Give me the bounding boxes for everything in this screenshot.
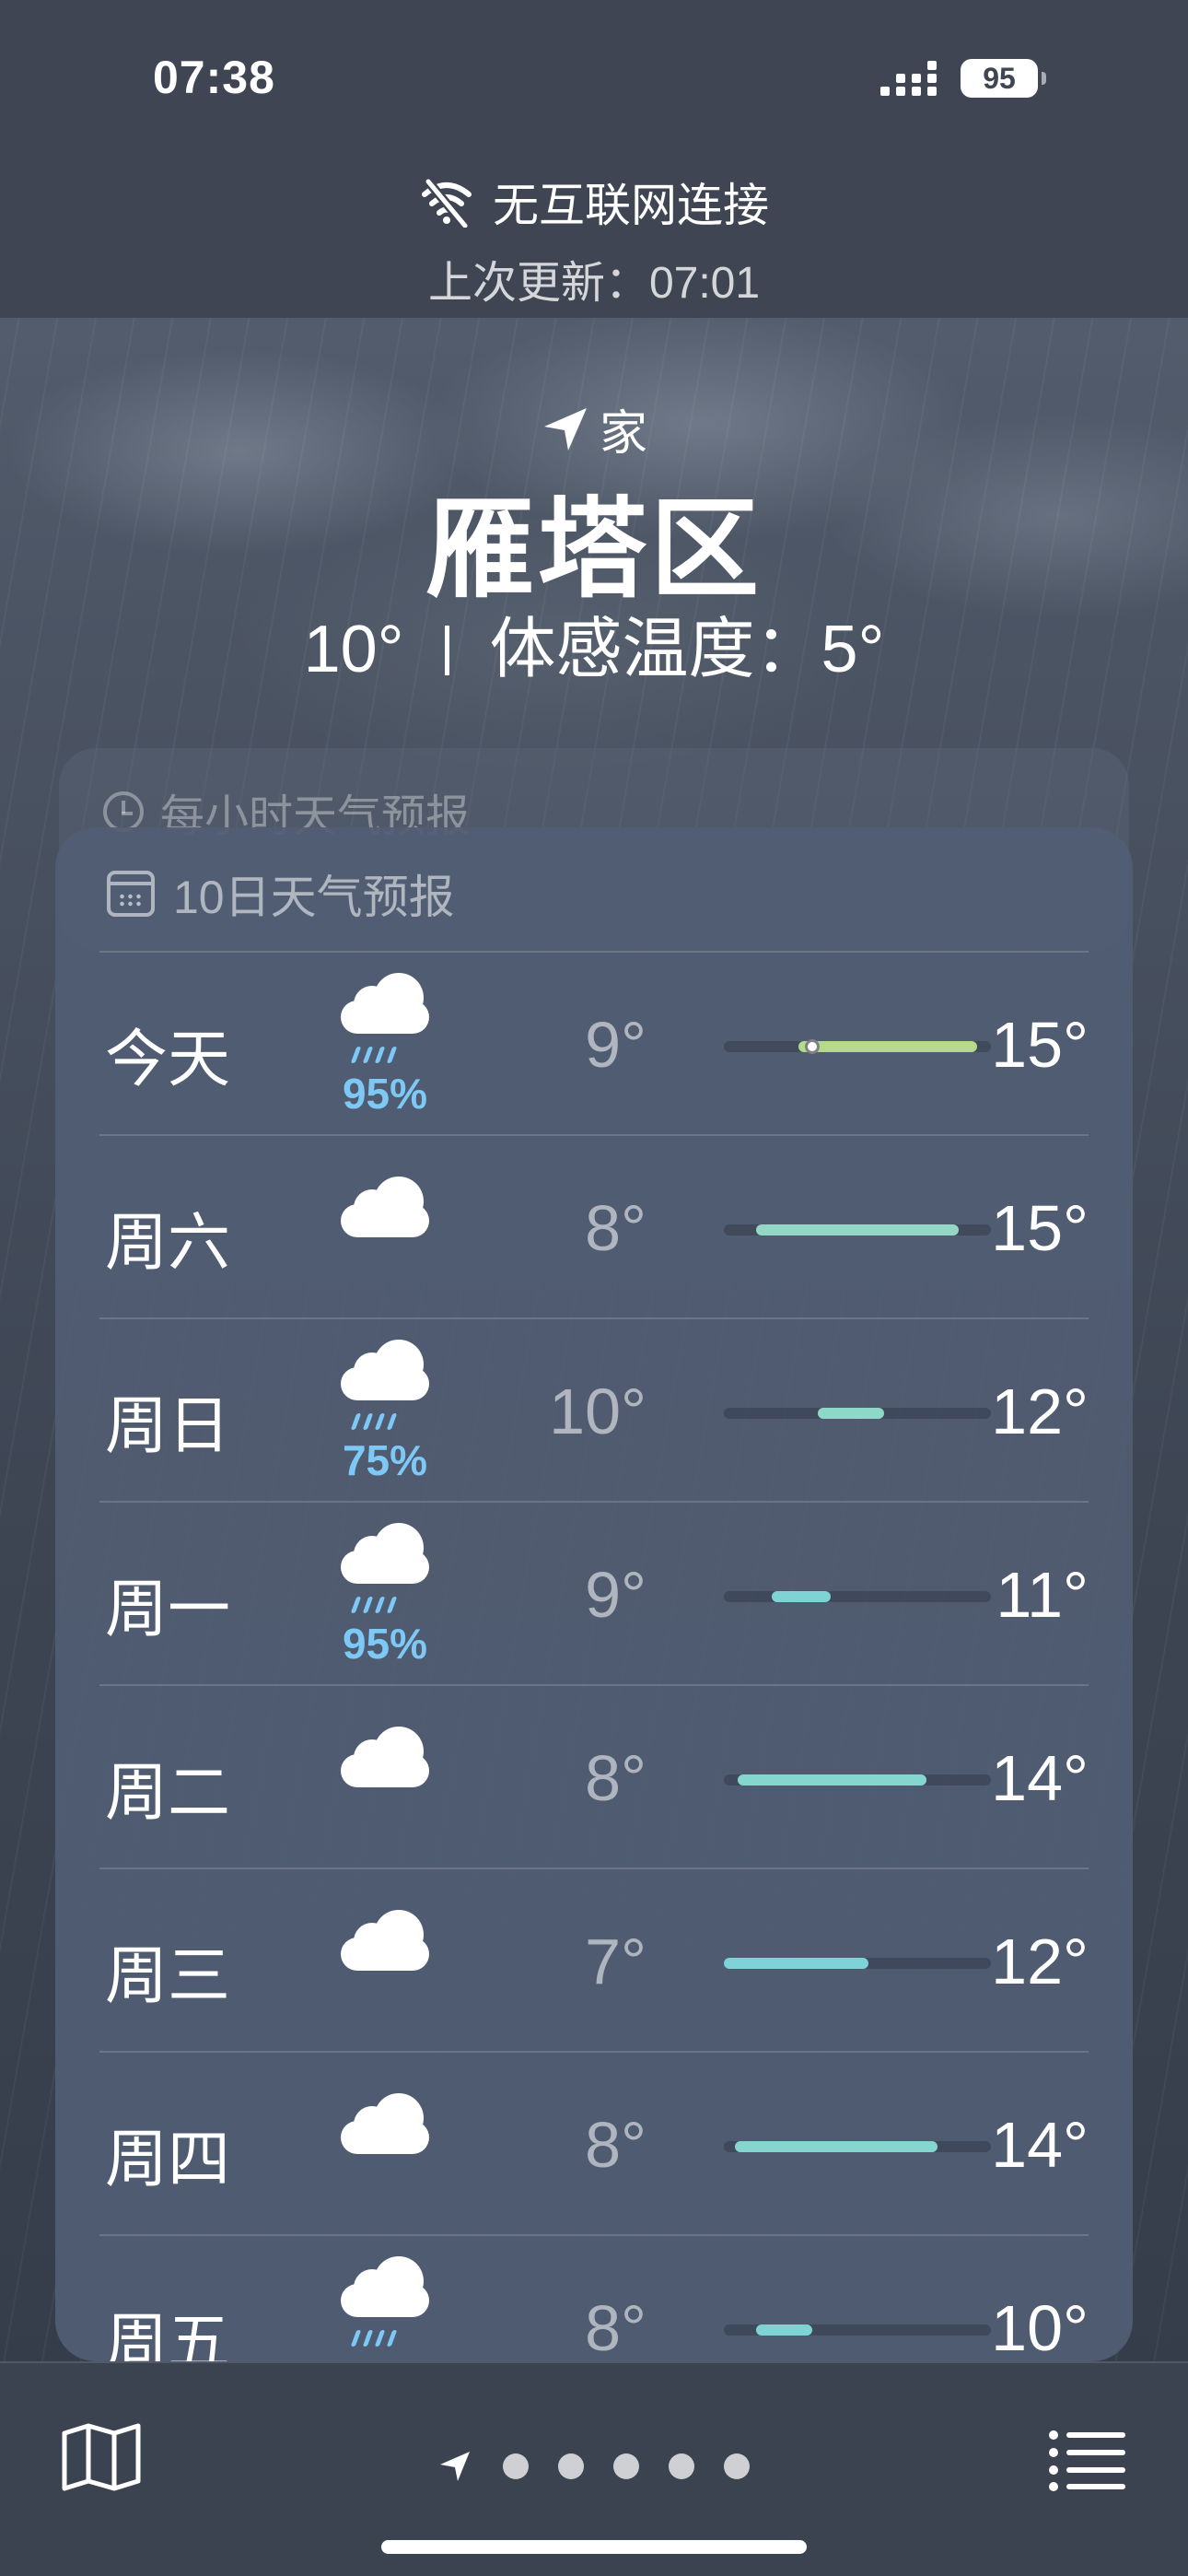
forecast-row[interactable]: 周六 8° 15° xyxy=(99,1134,1089,1317)
precip-chance: 75% xyxy=(342,1436,428,1484)
temp-range-track xyxy=(724,1958,991,1969)
low-temp: 8° xyxy=(585,2292,646,2361)
last-updated: 上次更新：07:01 xyxy=(427,259,761,308)
offline-banner: 无互联网连接 上次更新：07:01 xyxy=(0,169,1188,310)
page-dot xyxy=(613,2453,639,2479)
cloud-icon xyxy=(320,1895,449,2043)
list-icon[interactable] xyxy=(1048,2428,1127,2492)
temp-range-track xyxy=(724,1408,991,1419)
forecast-row[interactable]: 周四 8° 14° xyxy=(99,2051,1089,2234)
forecast-day: 周五 xyxy=(105,2308,231,2361)
map-icon[interactable] xyxy=(61,2422,142,2492)
cloud-icon xyxy=(320,2078,449,2226)
cloud-icon xyxy=(320,1712,449,1859)
temp-range-track xyxy=(724,1224,991,1235)
current-temp: 10° xyxy=(303,613,404,686)
low-temp: 9° xyxy=(585,1009,646,1081)
rain-cloud-icon: 95% xyxy=(320,1523,449,1676)
forecast-row[interactable]: 周五 40% 8° 10° xyxy=(99,2234,1089,2361)
page-dot xyxy=(558,2453,584,2479)
high-temp: 12° xyxy=(991,1376,1089,1447)
status-area: 07:38 95 无互联网连接 上次更新：07:01 xyxy=(0,0,1188,318)
low-temp: 10° xyxy=(549,1376,646,1447)
temp-range-track xyxy=(724,2141,991,2152)
home-indicator[interactable] xyxy=(381,2540,807,2554)
cellular-signal-icon xyxy=(880,61,937,96)
rain-cloud-icon: 40% xyxy=(320,2256,449,2361)
low-temp: 8° xyxy=(585,1742,646,1814)
precip-chance: 95% xyxy=(342,1620,428,1668)
feels-like: 体感温度：5° xyxy=(489,613,885,686)
location-arrow-icon xyxy=(440,2452,470,2481)
temp-range-track xyxy=(724,1039,991,1054)
forecast-day: 今天 xyxy=(105,1025,231,1095)
location-name: 家 xyxy=(599,407,647,461)
forecast-day: 周三 xyxy=(105,1941,231,2011)
temp-range-bar xyxy=(817,1408,884,1419)
low-temp: 8° xyxy=(585,1192,646,1264)
high-temp: 11° xyxy=(996,1559,1089,1631)
high-temp: 14° xyxy=(991,1742,1089,1814)
forecast-row[interactable]: 今天 95% 9° 15° xyxy=(99,951,1089,1134)
weather-screen: 07:38 95 无互联网连接 上次更新：07:01 家 雁塔区 10° 体感温… xyxy=(0,0,1188,2576)
forecast-row[interactable]: 周二 8° 14° xyxy=(99,1684,1089,1868)
rain-cloud-icon: 95% xyxy=(320,973,449,1126)
forecast-day: 周六 xyxy=(105,1208,231,1278)
rain-cloud-icon: 75% xyxy=(320,1340,449,1493)
low-temp: 9° xyxy=(585,1559,646,1631)
page-indicator[interactable] xyxy=(437,2448,750,2485)
low-temp: 7° xyxy=(585,1926,646,1997)
high-temp: 12° xyxy=(991,1926,1089,1997)
temp-range-bar xyxy=(755,1224,960,1235)
cloud-icon xyxy=(320,1162,449,1309)
current-conditions: 10° 体感温度：5° xyxy=(0,594,1188,691)
forecast-card-title: 10日天气预报 xyxy=(173,872,455,923)
high-temp: 15° xyxy=(991,1009,1089,1081)
temp-range-bar xyxy=(737,1774,927,1786)
battery-icon: 95 xyxy=(961,59,1046,98)
low-temp: 8° xyxy=(585,2109,646,2181)
temp-range-bar xyxy=(724,1958,868,1969)
clock-icon xyxy=(103,791,144,832)
temp-range-bar xyxy=(798,1041,978,1052)
page-dot xyxy=(669,2453,694,2479)
divider xyxy=(444,626,449,675)
forecast-day: 周一 xyxy=(105,1575,231,1645)
location-label: 家 xyxy=(0,394,1188,463)
forecast-day: 周日 xyxy=(105,1391,231,1461)
temp-range-bar xyxy=(772,1591,831,1602)
high-temp: 14° xyxy=(991,2109,1089,2181)
calendar-icon xyxy=(107,871,155,917)
forecast-row[interactable]: 周三 7° 12° xyxy=(99,1868,1089,2051)
ten-day-forecast-card[interactable]: 10日天气预报 今天 95% 9° 15° 周六 8° 15° 周日 75% 1… xyxy=(55,827,1133,2361)
forecast-row[interactable]: 周一 95% 9° 11° xyxy=(99,1501,1089,1684)
offline-message: 无互联网连接 xyxy=(493,180,769,231)
high-temp: 10° xyxy=(991,2292,1089,2361)
location-arrow-icon xyxy=(543,407,587,451)
forecast-day: 周四 xyxy=(105,2125,231,2195)
temp-range-track xyxy=(724,1591,991,1602)
forecast-day: 周二 xyxy=(105,1758,231,1828)
page-dot xyxy=(503,2453,529,2479)
precip-chance: 40% xyxy=(320,2352,449,2361)
status-time: 07:38 xyxy=(153,52,275,103)
forecast-row[interactable]: 周日 75% 10° 12° xyxy=(99,1317,1089,1501)
precip-chance: 95% xyxy=(342,1070,428,1118)
temp-range-bar xyxy=(734,2141,938,2152)
current-temp-marker xyxy=(804,1039,820,1054)
high-temp: 15° xyxy=(991,1192,1089,1264)
temp-range-track xyxy=(724,2324,991,2336)
wifi-off-icon xyxy=(422,178,472,228)
page-dot xyxy=(724,2453,750,2479)
temp-range-bar xyxy=(755,2324,812,2336)
temp-range-track xyxy=(724,1774,991,1786)
